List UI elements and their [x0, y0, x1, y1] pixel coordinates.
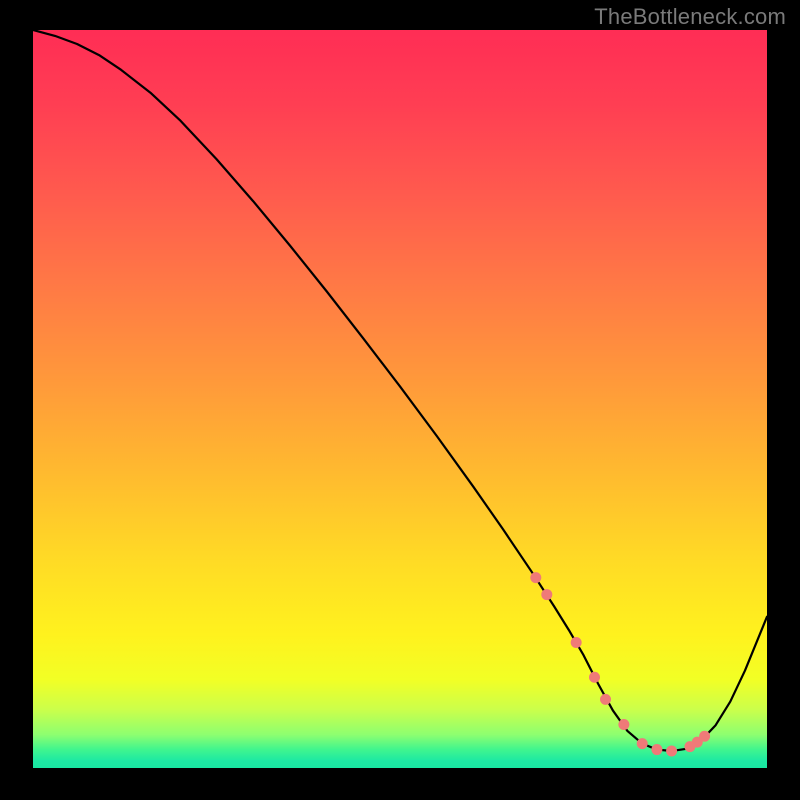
data-marker: [589, 672, 600, 683]
attribution-text: TheBottleneck.com: [594, 4, 786, 30]
data-marker: [699, 731, 710, 742]
data-marker: [600, 694, 611, 705]
data-marker: [571, 637, 582, 648]
data-marker: [666, 746, 677, 757]
data-marker: [637, 738, 648, 749]
data-marker: [530, 572, 541, 583]
data-marker: [541, 589, 552, 600]
data-marker: [651, 744, 662, 755]
data-marker: [618, 719, 629, 730]
bottleneck-chart: [33, 30, 767, 768]
gradient-background: [33, 30, 767, 768]
